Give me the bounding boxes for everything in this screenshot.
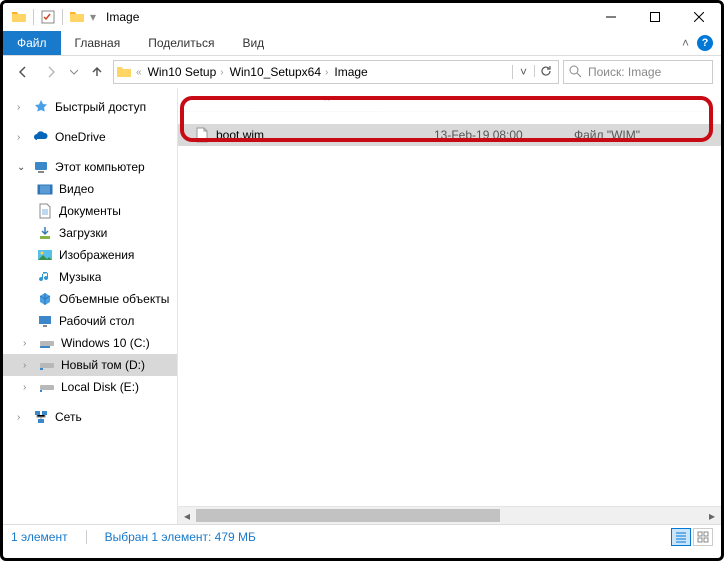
drive-icon [39,335,55,351]
sort-indicator-icon: ˄ [324,94,330,105]
thumbnails-view-button[interactable] [693,528,713,546]
search-input[interactable]: Поиск: Image [563,60,713,84]
file-date: 13-Feb-19 08:00 [434,128,574,142]
sidebar-item-desktop[interactable]: Рабочий стол [3,310,177,332]
navigation-pane: › Быстрый доступ › OneDrive ⌄ Этот компь… [3,88,178,524]
scroll-right-icon[interactable]: ▸ [703,509,721,523]
tab-share[interactable]: Поделиться [134,31,228,55]
file-name: boot.wim [216,128,264,142]
crumb-label[interactable]: Win10_Setupx64 [230,65,321,79]
folder-icon [11,9,27,25]
horizontal-scrollbar[interactable]: ◂ ▸ [178,506,721,524]
forward-button[interactable] [39,60,63,84]
scroll-left-icon[interactable]: ◂ [178,509,196,523]
music-icon [37,269,53,285]
status-bar: 1 элемент Выбран 1 элемент: 479 МБ [3,524,721,548]
crumb-label[interactable]: Image [334,65,367,79]
star-icon [33,99,49,115]
sidebar-item-3d[interactable]: Объемные объекты [3,288,177,310]
minimize-button[interactable] [589,3,633,31]
tab-view[interactable]: Вид [228,31,278,55]
maximize-button[interactable] [633,3,677,31]
desktop-icon [37,313,53,329]
file-explorer-window: ▾ Image Файл Главная Поделиться Вид ˄ ? [0,0,724,561]
video-icon [37,181,53,197]
qat-overflow-icon[interactable]: ▾ [90,10,96,24]
address-bar: « Win10 Setup› Win10_Setupx64› Image ˅ П… [3,56,721,88]
sidebar-item-drive-c[interactable]: › Windows 10 (C:) [3,332,177,354]
pc-icon [33,159,49,175]
column-headers[interactable]: ˄ [178,88,721,112]
collapse-ribbon-icon[interactable]: ˄ [682,36,689,50]
file-tab[interactable]: Файл [3,31,61,55]
pictures-icon [37,247,53,263]
back-button[interactable] [11,60,35,84]
details-view-button[interactable] [671,528,691,546]
sidebar-item-music[interactable]: Музыка [3,266,177,288]
main-area: › Быстрый доступ › OneDrive ⌄ Этот компь… [3,88,721,524]
sidebar-onedrive[interactable]: › OneDrive [3,126,177,148]
status-item-count: 1 элемент [11,530,68,544]
ribbon: Файл Главная Поделиться Вид ˄ ? [3,31,721,56]
network-icon [33,409,49,425]
file-list: ˄ boot.wim 13-Feb-19 08:00 Файл "WIM" ◂ … [178,88,721,524]
sidebar-item-pictures[interactable]: Изображения [3,244,177,266]
breadcrumb[interactable]: « Win10 Setup› Win10_Setupx64› Image ˅ [113,60,559,84]
sidebar-quick-access[interactable]: › Быстрый доступ [3,96,177,118]
title-bar: ▾ Image [3,3,721,31]
up-button[interactable] [85,60,109,84]
cloud-icon [33,129,49,145]
status-selection: Выбран 1 элемент: 479 МБ [105,530,256,544]
history-dropdown-icon[interactable]: ˅ [512,65,534,79]
sidebar-item-downloads[interactable]: Загрузки [3,222,177,244]
drive-icon [39,379,55,395]
drive-icon [39,357,55,373]
file-type: Файл "WIM" [574,128,640,142]
file-icon [194,127,210,143]
search-placeholder: Поиск: Image [588,65,661,79]
tab-home[interactable]: Главная [61,31,135,55]
sidebar-this-pc[interactable]: ⌄ Этот компьютер [3,156,177,178]
folder-icon[interactable] [69,9,85,25]
properties-icon[interactable] [40,9,56,25]
refresh-button[interactable] [534,65,556,77]
help-icon[interactable]: ? [697,35,713,51]
document-icon [37,203,53,219]
search-icon [568,64,584,80]
close-button[interactable] [677,3,721,31]
table-row[interactable]: boot.wim 13-Feb-19 08:00 Файл "WIM" [178,124,721,146]
details-view-icon [675,531,687,543]
sidebar-item-drive-d[interactable]: › Новый том (D:) [3,354,177,376]
scrollbar-thumb[interactable] [196,509,500,522]
sidebar-network[interactable]: › Сеть [3,406,177,428]
folder-icon [116,64,132,80]
thumbnails-view-icon [697,531,709,543]
crumb-label[interactable]: Win10 Setup [148,65,217,79]
download-icon [37,225,53,241]
sidebar-item-documents[interactable]: Документы [3,200,177,222]
sidebar-item-videos[interactable]: Видео [3,178,177,200]
window-title: Image [106,10,139,24]
sidebar-item-drive-e[interactable]: › Local Disk (E:) [3,376,177,398]
recent-locations-button[interactable] [67,60,81,84]
cube-icon [37,291,53,307]
